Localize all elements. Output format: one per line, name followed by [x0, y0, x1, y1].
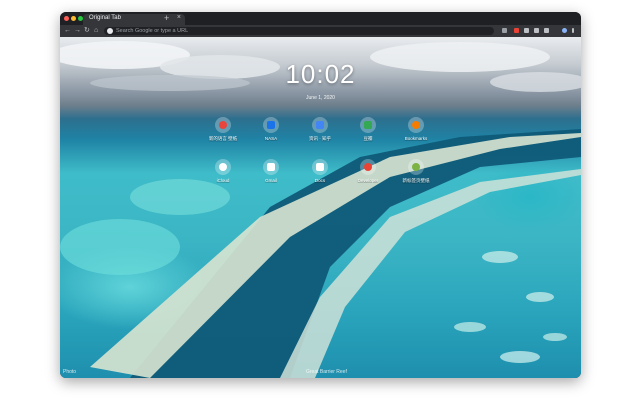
- menu-dots-icon[interactable]: [572, 28, 574, 33]
- new-tab-button[interactable]: +: [164, 13, 169, 23]
- reload-button[interactable]: ↻: [84, 26, 90, 36]
- forward-button[interactable]: →: [74, 26, 81, 36]
- title-bar: Original Tab × +: [60, 12, 581, 25]
- back-button[interactable]: ←: [64, 26, 71, 36]
- app-icon: [316, 163, 324, 171]
- shortcut-label: iCloud: [216, 178, 230, 183]
- app-icon: [364, 121, 372, 129]
- shortcut-circle: [312, 159, 328, 175]
- shortcut-tile[interactable]: 新标签页壁纸: [396, 159, 436, 195]
- profile-avatar-icon[interactable]: [562, 28, 567, 33]
- address-placeholder: Search Google or type a URL: [116, 28, 189, 34]
- browser-toolbar: ← → ↻ ⌂ Search Google or type a URL: [60, 25, 581, 37]
- shortcut-label: Bookmarks: [404, 136, 428, 141]
- app-icon: [219, 121, 227, 129]
- shortcut-circle: [215, 117, 231, 133]
- shortcut-label: 新标签页壁纸: [402, 178, 430, 183]
- tab-original[interactable]: Original Tab ×: [83, 14, 185, 25]
- shortcut-tile[interactable]: 豆瓣: [348, 117, 388, 153]
- shortcut-label: 新的语言 壁纸: [208, 136, 238, 141]
- shortcut-circle: [360, 159, 376, 175]
- shortcut-label: Gmail: [265, 178, 277, 183]
- photo-credit[interactable]: Photo: [63, 369, 76, 375]
- extension-icon[interactable]: [544, 28, 549, 33]
- shortcut-tile[interactable]: Bookmarks: [396, 117, 436, 153]
- app-icon: [364, 163, 372, 171]
- browser-window: Original Tab × + ← → ↻ ⌂ Search Google o…: [60, 12, 581, 378]
- home-button[interactable]: ⌂: [94, 26, 98, 36]
- shortcut-label: 豆瓣: [363, 136, 373, 141]
- shortcut-tile[interactable]: Docs: [300, 159, 340, 195]
- bookmark-star-icon[interactable]: [502, 28, 507, 33]
- shortcut-label: Docs: [314, 178, 326, 183]
- app-icon: [412, 163, 420, 171]
- shortcut-tile[interactable]: Developer: [348, 159, 388, 195]
- shortcut-label: 资讯 · 知乎: [309, 136, 331, 141]
- extension-icon[interactable]: [534, 28, 539, 33]
- shortcut-circle: [215, 159, 231, 175]
- shortcut-label: NASA: [264, 136, 278, 141]
- shortcut-label: Developer: [357, 178, 379, 183]
- minimize-window-button[interactable]: [71, 16, 76, 21]
- tab-title: Original Tab: [89, 15, 121, 21]
- shortcut-tile[interactable]: Gmail: [251, 159, 291, 195]
- extension-icon[interactable]: [524, 28, 529, 33]
- address-bar[interactable]: Search Google or type a URL: [104, 27, 494, 35]
- shortcut-circle: [263, 117, 279, 133]
- shortcut-tile[interactable]: 新的语言 壁纸: [203, 117, 243, 153]
- shortcut-circle: [312, 117, 328, 133]
- app-icon: [267, 163, 275, 171]
- shortcut-tile[interactable]: NASA: [251, 117, 291, 153]
- clock: 10:02: [285, 59, 356, 89]
- extension-red-icon[interactable]: [514, 28, 519, 33]
- app-icon: [219, 163, 227, 171]
- app-icon: [412, 121, 420, 129]
- shortcut-circle: [360, 117, 376, 133]
- app-icon: [316, 121, 324, 129]
- shortcut-tile[interactable]: 资讯 · 知乎: [300, 117, 340, 153]
- app-icon: [267, 121, 275, 129]
- new-tab-page: 10:02 June 1, 2020 新的语言 壁纸 NASA 资讯 · 知乎 …: [60, 37, 581, 378]
- shortcut-tile[interactable]: iCloud: [203, 159, 243, 195]
- close-tab-icon[interactable]: ×: [177, 14, 181, 21]
- google-icon: [107, 28, 113, 34]
- close-window-button[interactable]: [64, 16, 69, 21]
- shortcut-circle: [263, 159, 279, 175]
- shortcut-circle: [408, 159, 424, 175]
- date-text: June 1, 2020: [306, 95, 335, 101]
- shortcut-circle: [408, 117, 424, 133]
- photo-location[interactable]: Great Barrier Reef: [306, 369, 347, 375]
